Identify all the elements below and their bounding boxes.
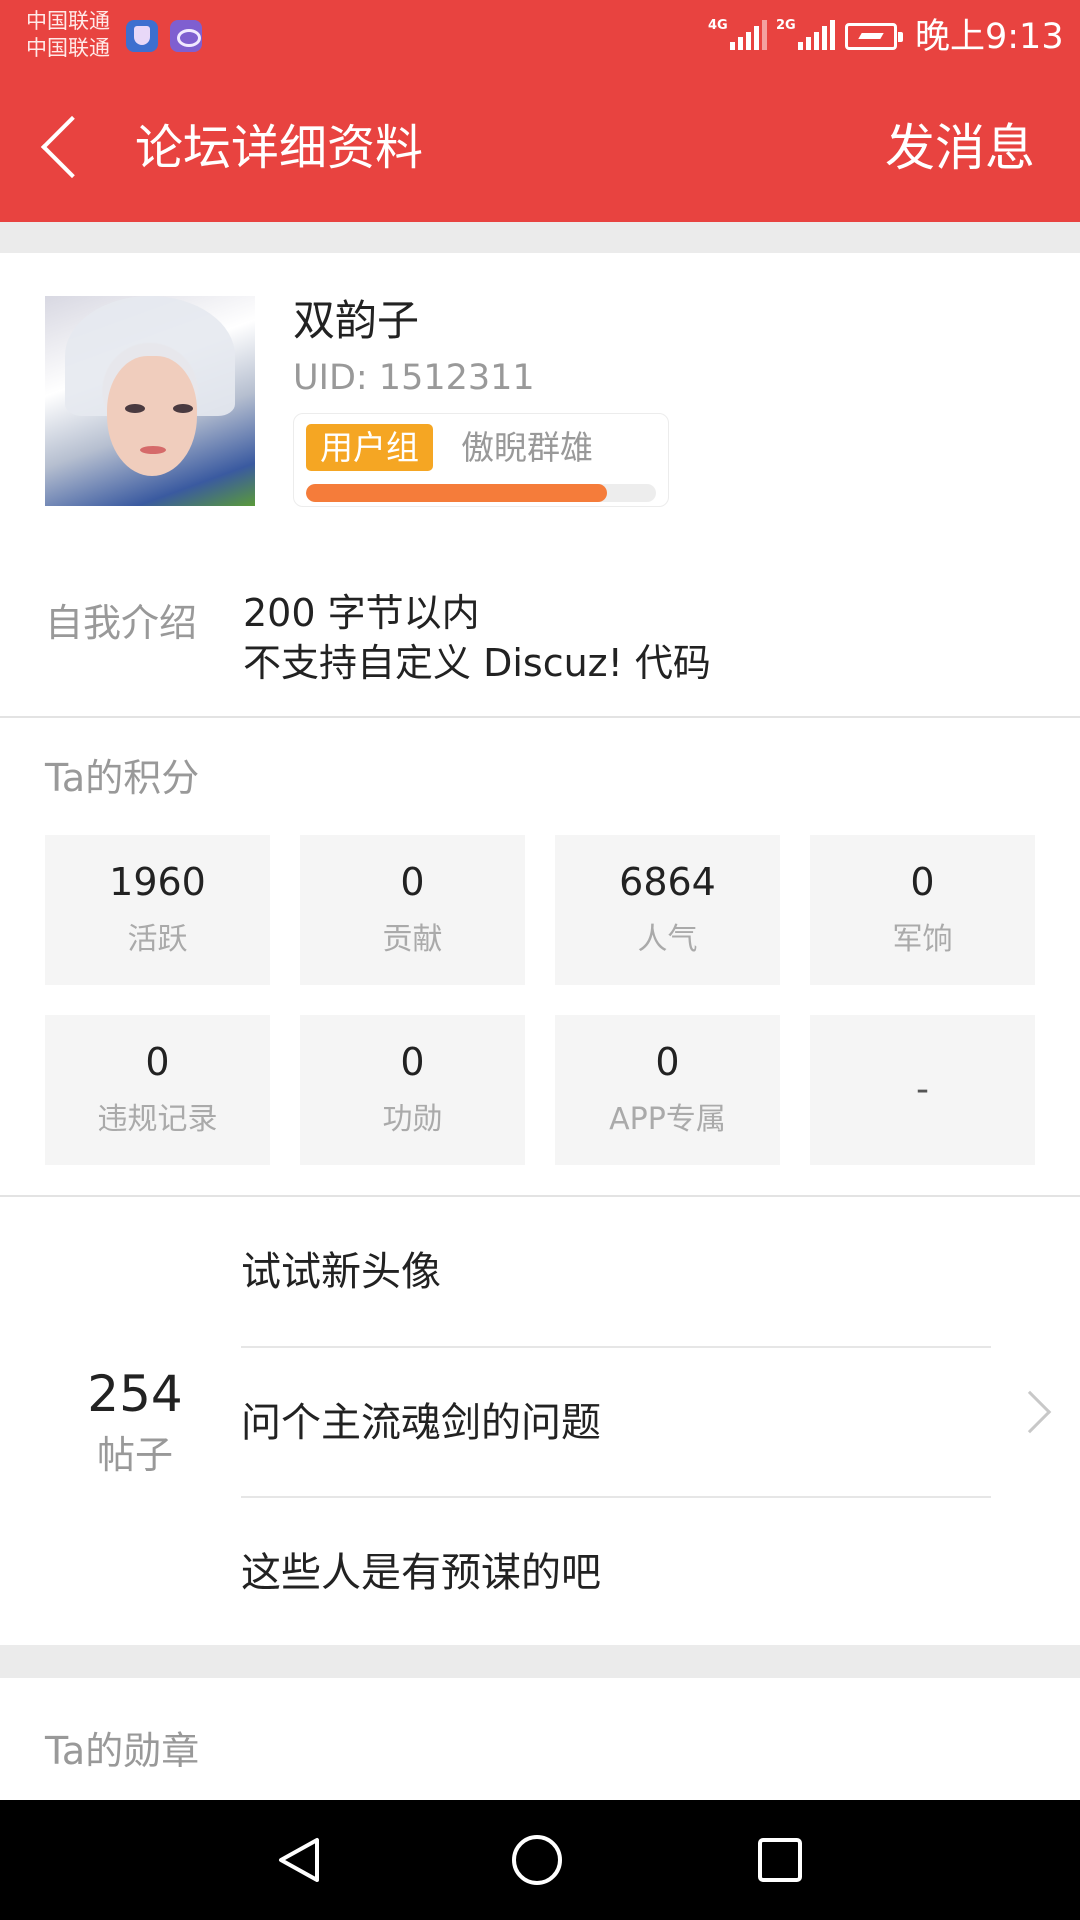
status-time: 晚上9:13 bbox=[915, 17, 1064, 57]
stat-label: 人气 bbox=[637, 922, 698, 957]
stat-value: - bbox=[916, 1069, 929, 1110]
carrier-2: 中国联通 bbox=[26, 36, 110, 60]
medals-title: Ta的勋章 bbox=[45, 1729, 200, 1773]
group-progress-fill bbox=[306, 484, 607, 502]
swirl-app-icon bbox=[170, 20, 202, 52]
post-item[interactable]: 试试新头像 bbox=[241, 1197, 991, 1347]
chevron-left-icon bbox=[40, 115, 104, 179]
status-bar: 中国联通 中国联通 4G 2G 晚上9:13 bbox=[0, 0, 1080, 75]
nav-recent-icon[interactable] bbox=[755, 1835, 805, 1885]
stat-label: 活跃 bbox=[127, 922, 188, 957]
points-section: Ta的积分 1960 活跃 0 贡献 6864 人气 0 军饷 0 违规记录 0… bbox=[0, 718, 1080, 1195]
stat-label: 违规记录 bbox=[97, 1102, 218, 1137]
username: 双韵子 bbox=[293, 296, 420, 345]
stat-label: 功勋 bbox=[382, 1102, 443, 1137]
user-group-name: 傲睨群雄 bbox=[461, 428, 593, 467]
group-progress-bar bbox=[306, 484, 656, 502]
battery-charging-icon bbox=[845, 23, 903, 50]
app-header: 论坛详细资料 发消息 bbox=[0, 75, 1080, 222]
posts-section[interactable]: 254 帖子 试试新头像 问个主流魂剑的问题 这些人是有预谋的吧 bbox=[0, 1197, 1080, 1645]
stat-value: 0 bbox=[400, 860, 425, 904]
post-count: 254 bbox=[87, 1365, 183, 1423]
shield-app-icon bbox=[126, 20, 158, 52]
signal-4g-icon: 4G bbox=[708, 18, 767, 52]
stat-value: 6864 bbox=[619, 860, 716, 904]
medals-section: Ta的勋章 bbox=[0, 1678, 1080, 1800]
stat-cell: 0 APP专属 bbox=[555, 1015, 780, 1165]
stat-cell: 0 军饷 bbox=[810, 835, 1035, 985]
stat-cell: 0 违规记录 bbox=[45, 1015, 270, 1165]
nav-back-icon[interactable] bbox=[275, 1835, 325, 1885]
profile-card: 双韵子 UID: 1512311 用户组 傲睨群雄 自我介绍 200 字节以内 … bbox=[0, 253, 1080, 718]
user-id: UID: 1512311 bbox=[293, 358, 535, 398]
stat-cell: 1960 活跃 bbox=[45, 835, 270, 985]
stat-label: APP专属 bbox=[609, 1102, 726, 1137]
stat-cell: - bbox=[810, 1015, 1035, 1165]
post-item[interactable]: 问个主流魂剑的问题 bbox=[241, 1348, 991, 1498]
stat-value: 0 bbox=[910, 860, 935, 904]
stat-cell: 0 贡献 bbox=[300, 835, 525, 985]
chevron-right-icon[interactable] bbox=[1008, 1390, 1052, 1434]
user-group-badge: 用户组 bbox=[306, 424, 433, 471]
post-count-label: 帖子 bbox=[96, 1433, 173, 1477]
stat-value: 0 bbox=[655, 1040, 680, 1084]
stat-cell: 0 功勋 bbox=[300, 1015, 525, 1165]
stat-label: 贡献 bbox=[382, 922, 443, 957]
avatar[interactable] bbox=[45, 296, 255, 506]
stat-cell: 6864 人气 bbox=[555, 835, 780, 985]
intro-label: 自我介绍 bbox=[45, 601, 198, 645]
user-group-box: 用户组 傲睨群雄 bbox=[293, 413, 669, 507]
system-nav-bar bbox=[0, 1800, 1080, 1920]
signal-2g-icon: 2G bbox=[776, 18, 835, 52]
stat-value: 0 bbox=[400, 1040, 425, 1084]
stat-label: 军饷 bbox=[892, 922, 953, 957]
back-button[interactable] bbox=[30, 110, 104, 186]
stat-value: 1960 bbox=[109, 860, 206, 904]
send-message-button[interactable]: 发消息 bbox=[885, 113, 1035, 183]
points-title: Ta的积分 bbox=[45, 756, 200, 800]
carrier-info: 中国联通 中国联通 bbox=[26, 8, 110, 62]
carrier-1: 中国联通 bbox=[26, 9, 110, 33]
nav-home-icon[interactable] bbox=[510, 1833, 564, 1887]
intro-text-line-2: 不支持自定义 Discuz! 代码 bbox=[243, 641, 711, 685]
page-title: 论坛详细资料 bbox=[135, 120, 424, 176]
intro-text-line-1: 200 字节以内 bbox=[243, 591, 480, 635]
stat-value: 0 bbox=[145, 1040, 170, 1084]
post-item[interactable]: 这些人是有预谋的吧 bbox=[241, 1498, 991, 1648]
